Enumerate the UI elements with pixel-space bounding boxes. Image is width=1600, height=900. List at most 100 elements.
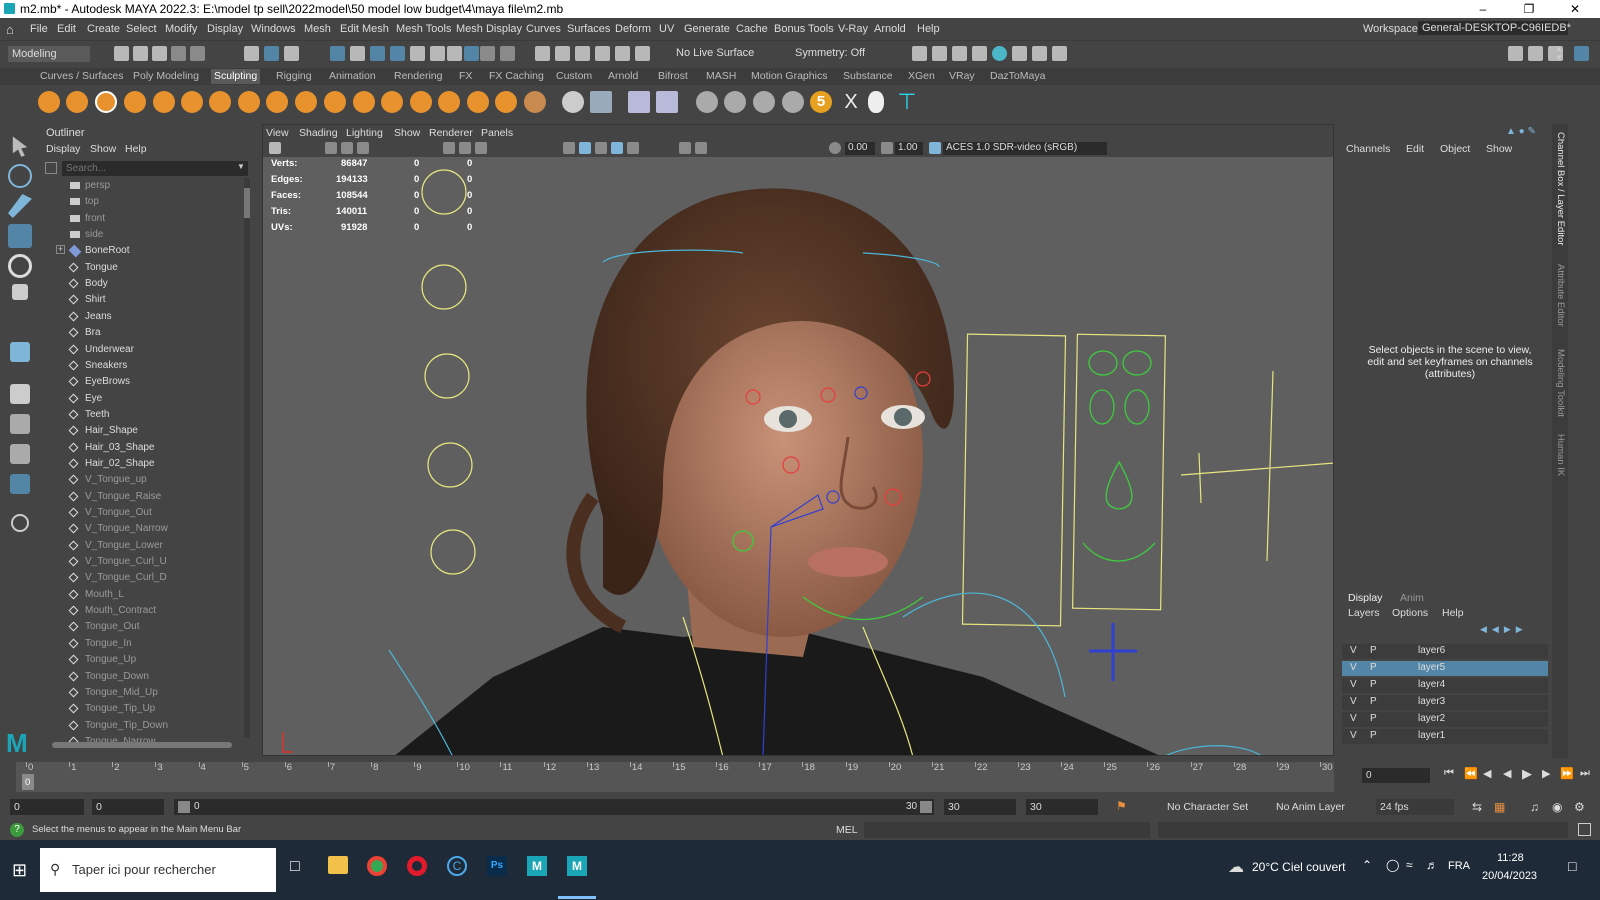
menu-mesh-display[interactable]: Mesh Display bbox=[456, 23, 522, 35]
layer-row[interactable]: V P layer4 bbox=[1342, 678, 1548, 693]
spray-tool-icon[interactable] bbox=[238, 91, 260, 113]
layer-playback-toggle[interactable]: P bbox=[1370, 696, 1377, 707]
shelf-tab-xgen[interactable]: XGen bbox=[908, 70, 935, 82]
menu-display[interactable]: Display bbox=[207, 23, 243, 35]
outliner-item[interactable]: V_Tongue_Lower bbox=[40, 538, 240, 554]
tray-wifi-icon[interactable]: ≈ bbox=[1406, 858, 1413, 872]
outliner-item[interactable]: top bbox=[40, 194, 240, 210]
help-snap-icon[interactable] bbox=[464, 46, 479, 61]
shelf-tab-substance[interactable]: Substance bbox=[843, 70, 893, 82]
outliner-item[interactable]: Eye bbox=[40, 391, 240, 407]
attribute-toggle-icon[interactable] bbox=[1528, 46, 1543, 61]
exposure-field[interactable]: 0.00 bbox=[845, 142, 875, 155]
tray-network-icon[interactable]: ◯ bbox=[1386, 858, 1399, 872]
paint-select-icon[interactable] bbox=[8, 194, 32, 218]
outliner-item[interactable]: Jeans bbox=[40, 309, 240, 325]
layer-menu-options[interactable]: Options bbox=[1392, 607, 1428, 619]
move-tool-icon[interactable] bbox=[8, 224, 32, 248]
step-forward-frame-icon[interactable]: ▶ bbox=[1542, 767, 1550, 780]
menu-mesh-tools[interactable]: Mesh Tools bbox=[396, 23, 451, 35]
layer-visible-toggle[interactable]: V bbox=[1350, 662, 1357, 673]
symmetry-dropdown[interactable]: Symmetry: Off bbox=[795, 47, 865, 59]
lights-icon[interactable] bbox=[611, 142, 623, 154]
vray-render-icon[interactable] bbox=[992, 46, 1007, 61]
shelf-tab-fx-caching[interactable]: FX Caching bbox=[489, 70, 544, 82]
outliner-item[interactable]: Tongue_Down bbox=[40, 669, 240, 685]
range-bar[interactable]: 0 30 bbox=[174, 799, 934, 815]
scene-end-field[interactable]: 30 bbox=[1026, 799, 1098, 815]
layer-playback-toggle[interactable]: P bbox=[1370, 713, 1377, 724]
shelf-tab-daztomaya[interactable]: DazToMaya bbox=[990, 70, 1045, 82]
close-button[interactable]: ✕ bbox=[1552, 0, 1598, 18]
scene-start-field[interactable]: 0 bbox=[10, 799, 84, 815]
outliner-menu-show[interactable]: Show bbox=[90, 143, 116, 155]
mel-input-field[interactable] bbox=[864, 822, 1150, 838]
outliner-item[interactable]: front bbox=[40, 211, 240, 227]
search-dropdown-icon[interactable]: ▼ bbox=[237, 162, 245, 171]
outliner-hscrollbar[interactable] bbox=[52, 742, 232, 748]
outliner-item[interactable]: Tongue_Mid_Up bbox=[40, 685, 240, 701]
live-surface-field[interactable]: No Live Surface bbox=[676, 47, 754, 59]
render-layer-icon[interactable] bbox=[972, 46, 987, 61]
figure-cyan-icon[interactable]: ⊤ bbox=[896, 91, 918, 113]
step-back-frame-icon[interactable]: ◀ bbox=[1483, 767, 1491, 780]
character-set-dropdown[interactable]: No Character Set bbox=[1167, 801, 1248, 813]
menu-help[interactable]: Help bbox=[917, 23, 940, 35]
brush-cloud-icon[interactable] bbox=[724, 91, 746, 113]
snap-surface-icon[interactable] bbox=[410, 46, 425, 61]
workspace-dropdown[interactable]: General-DESKTOP-C96IEDB* bbox=[1418, 21, 1571, 35]
side-scroll-arrows[interactable]: ▲ ▼ bbox=[1555, 44, 1563, 62]
input-output-icon[interactable] bbox=[535, 46, 550, 61]
gamma-field[interactable]: 1.00 bbox=[895, 142, 923, 155]
select-tool-icon[interactable] bbox=[12, 136, 28, 157]
grab-tool-icon[interactable] bbox=[124, 91, 146, 113]
color-management-icon[interactable] bbox=[929, 142, 941, 154]
outliner-item[interactable]: Shirt bbox=[40, 292, 240, 308]
outliner-item[interactable]: Mouth_Contract bbox=[40, 603, 240, 619]
snap-curve-icon[interactable] bbox=[350, 46, 365, 61]
maya-taskbar-icon[interactable]: M bbox=[527, 856, 547, 876]
side-tab-channel-box[interactable]: Channel Box / Layer Editor bbox=[1555, 132, 1566, 246]
tray-time[interactable]: 11:28 bbox=[1497, 852, 1524, 864]
menu-generate[interactable]: Generate bbox=[684, 23, 730, 35]
side-tab-human-ik[interactable]: Human IK bbox=[1555, 434, 1566, 476]
layer-visible-toggle[interactable]: V bbox=[1350, 645, 1357, 656]
step-forward-key-icon[interactable]: ⏩ bbox=[1560, 767, 1574, 780]
figure-white-icon[interactable]: Χ bbox=[840, 91, 862, 113]
search-tool-icon[interactable] bbox=[11, 514, 29, 532]
select-object-icon[interactable] bbox=[264, 46, 279, 61]
viewport-menu-renderer[interactable]: Renderer bbox=[429, 127, 473, 139]
outliner-item[interactable]: Tongue_Tip_Down bbox=[40, 718, 240, 734]
shelf-tab-rigging[interactable]: Rigging bbox=[276, 70, 312, 82]
tray-volume-icon[interactable]: ♬ bbox=[1426, 858, 1438, 872]
layer-playback-toggle[interactable]: P bbox=[1370, 662, 1377, 673]
menu-create[interactable]: Create bbox=[87, 23, 120, 35]
shelf-tab-bifrost[interactable]: Bifrost bbox=[658, 70, 688, 82]
playback-start-field[interactable]: 0 bbox=[92, 799, 164, 815]
side-tab-modeling-toolkit[interactable]: Modeling Toolkit bbox=[1555, 349, 1566, 417]
menu-modify[interactable]: Modify bbox=[165, 23, 197, 35]
rotate-tool-icon[interactable] bbox=[8, 254, 32, 278]
viewport-menu-show[interactable]: Show bbox=[394, 127, 420, 139]
layer-visible-toggle[interactable]: V bbox=[1350, 713, 1357, 724]
outliner-item[interactable]: V_Tongue_Narrow bbox=[40, 521, 240, 537]
layer-visible-toggle[interactable]: V bbox=[1350, 696, 1357, 707]
outliner-item[interactable]: Mouth_L bbox=[40, 587, 240, 603]
menu-arnold[interactable]: Arnold bbox=[874, 23, 906, 35]
step-back-key-icon[interactable]: ⏪ bbox=[1464, 767, 1478, 780]
mode-dropdown[interactable]: Modeling bbox=[8, 46, 90, 62]
save-scene-icon[interactable] bbox=[152, 46, 167, 61]
render-current-icon[interactable] bbox=[595, 46, 610, 61]
uv-grid-icon[interactable] bbox=[590, 91, 612, 113]
cortana-icon[interactable]: C bbox=[447, 856, 467, 876]
menu-bonus-tools[interactable]: Bonus Tools bbox=[774, 23, 834, 35]
pinch-tool-icon[interactable] bbox=[153, 91, 175, 113]
outliner-item[interactable]: V_Tongue_Out bbox=[40, 505, 240, 521]
viewport-menu-lighting[interactable]: Lighting bbox=[346, 127, 383, 139]
file-explorer-icon[interactable] bbox=[328, 856, 348, 874]
knife-tool-icon[interactable] bbox=[410, 91, 432, 113]
side-tab-attribute-editor[interactable]: Attribute Editor bbox=[1555, 264, 1566, 327]
loop-icon[interactable]: ⇆ bbox=[1472, 800, 1482, 814]
single-view-icon[interactable] bbox=[10, 384, 30, 404]
go-to-end-icon[interactable]: ⏭ bbox=[1580, 767, 1590, 780]
